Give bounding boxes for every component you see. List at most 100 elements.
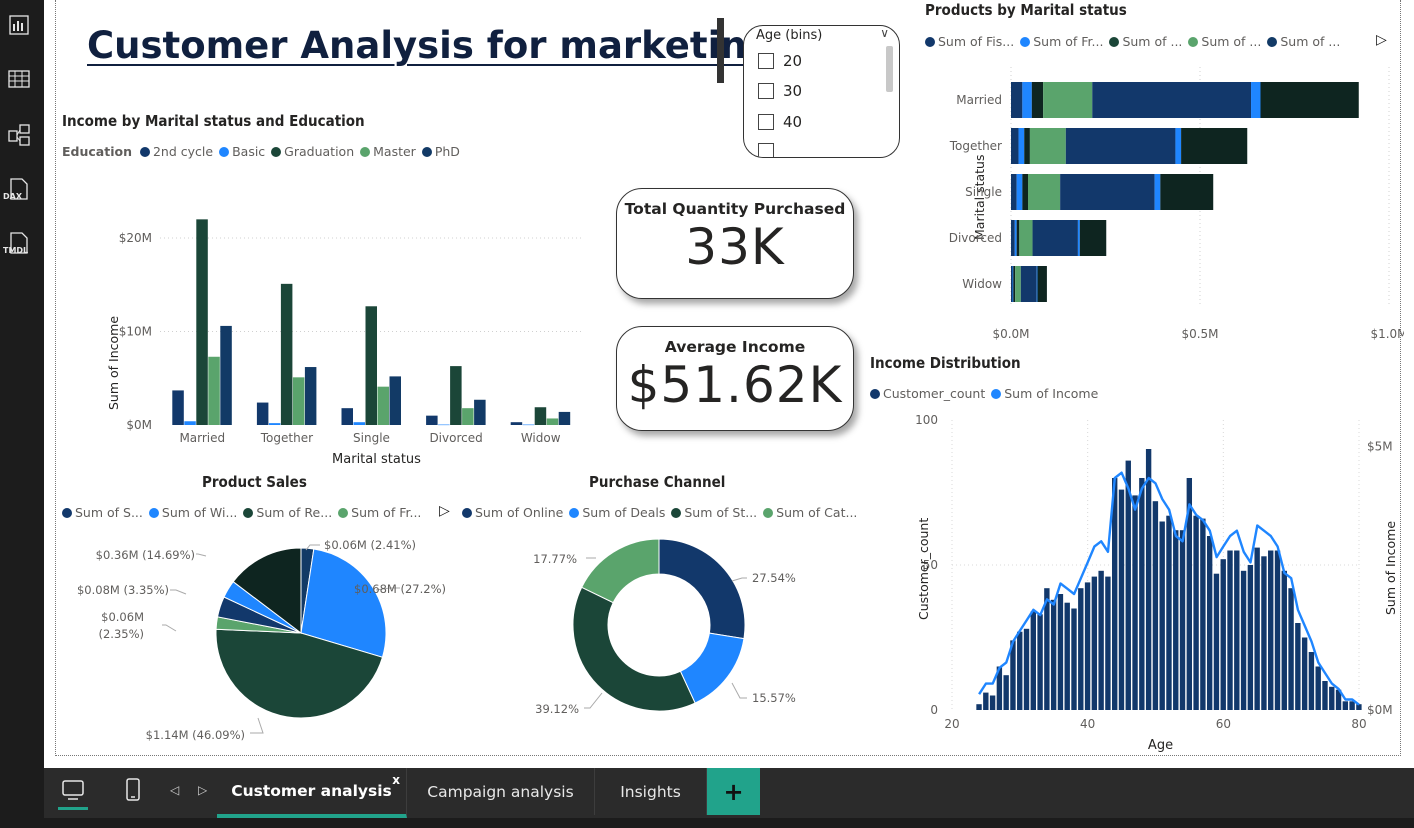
histogram-bar (1213, 573, 1220, 710)
legend-item[interactable]: Sum of ... (1109, 34, 1182, 49)
stacked-segment (1014, 220, 1017, 256)
data-label: $0.08M (3.35%) (77, 583, 169, 597)
histogram-bar (1132, 495, 1138, 710)
legend-item[interactable]: Sum of ... (1267, 34, 1340, 49)
legend-item[interactable]: Sum of ... (1188, 34, 1261, 49)
bar-2nd-cycle (172, 390, 184, 425)
purchase-channel-donut-chart[interactable]: 27.54% 15.57% 39.12% 17.77% (504, 528, 864, 756)
leader-line (584, 692, 603, 709)
histogram-bar (1179, 530, 1186, 710)
legend-item[interactable]: Sum of Fis... (925, 34, 1014, 49)
close-tab-icon[interactable]: x (392, 773, 400, 787)
card-value: $51.62K (627, 356, 843, 414)
product-sales-pie-chart[interactable]: $0.06M (2.41%) $0.68M (27.2%) $1.14M (46.0… (58, 528, 478, 756)
legend-item[interactable]: Graduation (271, 144, 354, 159)
y2-tick-label: $5M (1367, 439, 1393, 453)
product-sales-title: Product Sales (202, 473, 307, 491)
legend-item[interactable]: 2nd cycle (139, 144, 213, 159)
income-bar-chart[interactable]: $0M $10M $20M Sum of Income Married Together S… (58, 200, 588, 470)
legend-item[interactable]: Sum of Cat... (763, 505, 857, 520)
data-label: (2.35%) (98, 627, 144, 641)
chevron-down-icon[interactable]: ∨ (880, 26, 889, 40)
chevron-left-icon[interactable]: ◁ (170, 783, 179, 797)
report-view-icon[interactable] (6, 12, 32, 38)
mobile-view-icon[interactable] (122, 776, 144, 804)
slicer-item-partial[interactable] (758, 143, 783, 157)
age-bins-slicer[interactable]: Age (bins) ∨ 20 30 40 (743, 25, 900, 158)
histogram-bar (976, 704, 982, 710)
legend-item[interactable]: Sum of Re... (243, 505, 332, 520)
chevron-right-icon[interactable]: ▷ (198, 783, 207, 797)
desktop-view-icon[interactable] (58, 776, 88, 810)
legend-item[interactable]: Sum of Deals (569, 505, 665, 520)
stacked-segment (1251, 82, 1261, 118)
tab-customer-analysis[interactable]: Customer analysis x (217, 768, 407, 818)
x-tick-label: Together (260, 431, 313, 445)
histogram-bar (1023, 628, 1030, 710)
legend-next-arrow-icon[interactable]: ▷ (1376, 32, 1387, 48)
donut-slice (581, 538, 660, 604)
legend-item[interactable]: Sum of Wi... (148, 505, 237, 520)
stacked-segment (1022, 174, 1029, 210)
legend-item[interactable]: Sum of Income (991, 386, 1098, 401)
histogram-bar (989, 695, 996, 710)
legend-item[interactable]: Customer_count (870, 386, 985, 401)
status-bar (0, 818, 1414, 828)
histogram-bar (1329, 686, 1335, 710)
legend-next-arrow-icon[interactable]: ▷ (439, 503, 450, 519)
bar-2nd-cycle (426, 415, 438, 425)
histogram-bar (1125, 460, 1131, 710)
model-view-icon[interactable] (6, 122, 32, 148)
stacked-segment (1019, 220, 1033, 256)
title-divider (717, 18, 724, 83)
legend-item[interactable]: PhD (421, 144, 460, 159)
legend-item[interactable]: Sum of St... (671, 505, 757, 520)
histogram-bar (1118, 489, 1125, 710)
slicer-item[interactable]: 40 (758, 113, 802, 131)
bar-phd (558, 411, 571, 425)
stacked-segment (1028, 174, 1061, 210)
slicer-item[interactable]: 30 (758, 82, 802, 100)
histogram-bar (1037, 614, 1043, 710)
legend-item[interactable]: Sum of Fr... (1020, 34, 1103, 49)
add-page-button[interactable]: + (707, 768, 760, 815)
legend-item[interactable]: Sum of Online (462, 505, 563, 520)
x-tick-label: $0.5M (1181, 327, 1218, 341)
checkbox[interactable] (758, 114, 774, 130)
products-stacked-bar-chart[interactable]: $0.0M $0.5M $1.0MMarital statusMarriedToge… (924, 62, 1404, 347)
histogram-bar (1003, 675, 1009, 710)
slicer-item[interactable]: 20 (758, 52, 802, 70)
checkbox[interactable] (758, 53, 774, 69)
bar-graduation (450, 366, 462, 425)
table-view-icon[interactable] (6, 66, 32, 92)
income-chart-legend: Education 2nd cycle Basic Graduation Mas… (62, 144, 460, 159)
x-tick-label: Widow (521, 431, 561, 445)
legend-item[interactable]: Sum of S... (62, 505, 143, 520)
tmdl-label: TMDL (3, 246, 29, 255)
tab-campaign-analysis[interactable]: Campaign analysis (407, 768, 595, 815)
legend-item[interactable]: Sum of Fr... (338, 505, 421, 520)
dax-label: DAX (3, 192, 22, 201)
slicer-scrollbar[interactable] (886, 46, 893, 92)
y-tick-label: Single (965, 185, 1002, 199)
income-distribution-chart[interactable]: 05010020 40 60 80$0M$5MAgeCustomer_count Sum… (864, 405, 1404, 755)
checkbox[interactable] (758, 83, 774, 99)
x-axis-label: Marital status (332, 452, 421, 467)
stacked-segment (1013, 266, 1016, 302)
y-axis-label: Sum of Income (106, 316, 121, 410)
legend-item[interactable]: Basic (219, 144, 265, 159)
histogram-bar (1301, 637, 1308, 710)
stacked-segment (1092, 82, 1252, 118)
histogram-bar (1200, 518, 1206, 710)
leader-line (731, 682, 747, 699)
tab-insights[interactable]: Insights (595, 768, 707, 815)
total-quantity-card: Total Quantity Purchased 33K (616, 188, 854, 299)
checkbox[interactable] (758, 143, 774, 157)
bar-basic (522, 424, 535, 426)
histogram-bar (1071, 608, 1077, 710)
products-chart-legend: Sum of Fis... Sum of Fr... Sum of ... Su… (925, 34, 1346, 49)
legend-item[interactable]: Master (360, 144, 416, 159)
y-tick-label: Divorced (949, 231, 1002, 245)
x-tick-label: Married (179, 431, 225, 445)
stacked-segment (1031, 82, 1044, 118)
